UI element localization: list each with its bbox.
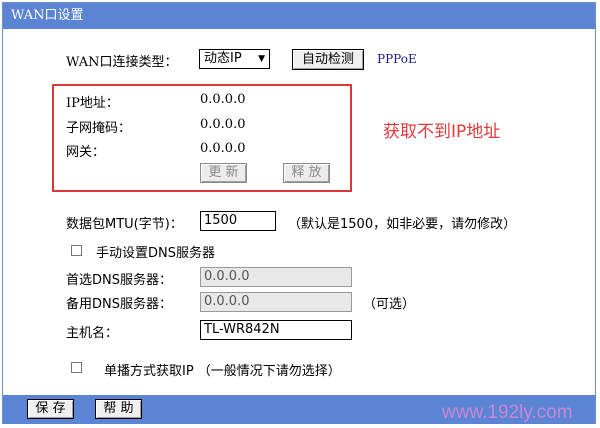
secondary-dns-label: 备用DNS服务器： <box>66 297 172 312</box>
mtu-label: 数据包MTU(字节)： <box>66 217 183 232</box>
optional-hint: （可选） <box>363 297 416 312</box>
mtu-hint: （默认是1500，如非必要，请勿修改） <box>288 217 517 232</box>
release-button[interactable]: 释 放 <box>283 163 330 183</box>
pppoe-link[interactable]: PPPoE <box>377 52 417 66</box>
secondary-dns-input[interactable]: 0.0.0.0 <box>200 292 352 312</box>
annotation-text: 获取不到IP地址 <box>383 122 501 142</box>
unicast-label: 单播方式获取IP （一般情况下请勿选择） <box>104 364 341 379</box>
gateway-label: 网关： <box>66 145 106 160</box>
unicast-checkbox[interactable] <box>71 362 82 373</box>
watermark-text: www.192ly.com <box>442 402 573 423</box>
ip-label: IP地址： <box>66 96 119 111</box>
hostname-input[interactable]: TL-WR842N <box>200 320 352 340</box>
primary-dns-input[interactable]: 0.0.0.0 <box>200 267 352 287</box>
gateway-value: 0.0.0.0 <box>200 141 246 156</box>
hostname-label: 主机名： <box>66 326 119 341</box>
primary-dns-label: 首选DNS服务器： <box>66 273 172 288</box>
mask-label: 子网掩码： <box>66 121 132 136</box>
renew-button[interactable]: 更 新 <box>200 163 247 183</box>
mtu-input[interactable]: 1500 <box>200 211 276 231</box>
wan-type-label: WAN口连接类型： <box>66 55 178 70</box>
save-button[interactable]: 保 存 <box>27 399 74 419</box>
chevron-down-icon: ▼ <box>258 54 265 64</box>
help-button[interactable]: 帮 助 <box>95 399 142 419</box>
panel-title: WAN口设置 <box>3 3 595 29</box>
manual-dns-label: 手动设置DNS服务器 <box>96 246 215 261</box>
mask-value: 0.0.0.0 <box>200 117 246 132</box>
wan-type-select[interactable]: 动态IP ▼ <box>199 49 270 69</box>
autodetect-button[interactable]: 自动检测 <box>292 49 364 70</box>
ip-value: 0.0.0.0 <box>200 92 246 107</box>
manual-dns-checkbox[interactable] <box>71 245 82 256</box>
wan-type-value: 动态IP <box>204 51 242 66</box>
